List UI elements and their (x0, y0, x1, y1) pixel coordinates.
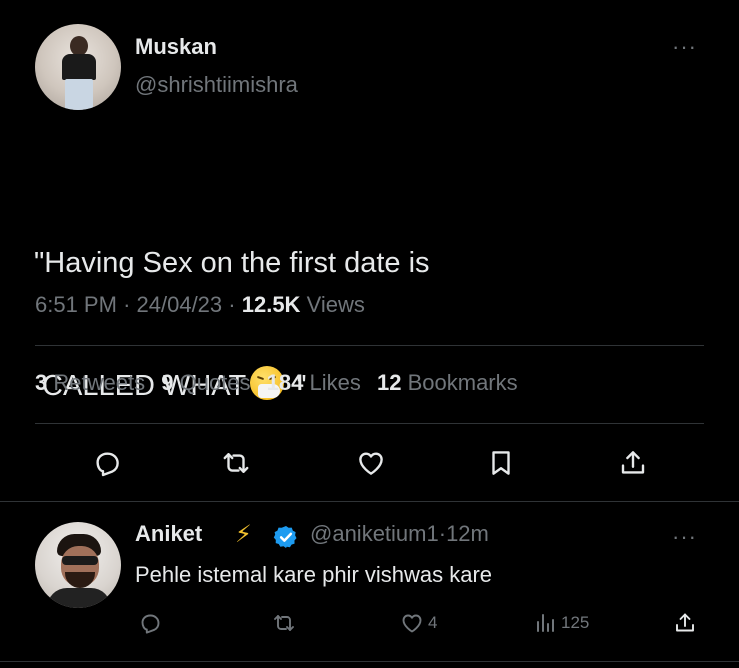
reply-avatar[interactable] (35, 522, 121, 608)
reply-more-options-icon[interactable]: ··· (672, 524, 697, 550)
like-icon (402, 614, 422, 633)
tweet-date[interactable]: 24/04/23 (137, 292, 223, 317)
lightning-bolt-icon: ⚡ (235, 521, 252, 548)
reply-icon (141, 614, 160, 634)
share-icon (676, 613, 694, 632)
reply-author-name[interactable]: Aniket (135, 521, 202, 547)
bookmark-icon (492, 451, 510, 475)
reply-author-handle[interactable]: @aniketium1 (310, 521, 439, 546)
bookmark-button[interactable] (486, 448, 516, 478)
like-icon (359, 452, 383, 475)
reply-icon (96, 452, 119, 477)
author-name[interactable]: Muskan (135, 34, 217, 60)
likes-stat[interactable]: 184 Likes (267, 370, 361, 395)
reply-author-meta: @aniketium1·12m (310, 521, 489, 546)
bottom-separator (0, 661, 739, 662)
engagement-stats: 3 Retweets 9 Quotes 184 Likes 12 Bookmar… (35, 370, 518, 396)
reply-views-button[interactable]: 125 (533, 611, 589, 637)
retweet-button[interactable] (221, 448, 251, 478)
views-icon (537, 614, 554, 632)
reply-reply-button[interactable] (138, 611, 162, 637)
tweet-separator (0, 501, 739, 502)
reply-text: Pehle istemal kare phir vishwas kare (135, 562, 493, 587)
like-button[interactable] (356, 448, 386, 478)
more-options-icon[interactable]: ··· (672, 34, 697, 60)
reply-likes-count: 4 (428, 613, 438, 632)
retweet-icon (223, 453, 249, 473)
tweet-text-line-1: "Having Sex on the first date is (34, 247, 430, 279)
retweets-stat[interactable]: 3 Retweets (35, 370, 145, 395)
reply-button[interactable] (92, 448, 122, 478)
divider (35, 345, 704, 346)
avatar-figure (70, 36, 88, 56)
meta-separator: · (123, 292, 131, 317)
views-count: 12.5K (241, 292, 301, 317)
meta-separator: · (228, 292, 236, 317)
avatar[interactable] (35, 24, 121, 110)
verified-badge-icon (273, 524, 299, 550)
views-label: Views (306, 292, 365, 317)
share-button[interactable] (618, 448, 648, 478)
bookmarks-stat[interactable]: 12 Bookmarks (377, 370, 518, 395)
reply-age[interactable]: 12m (446, 521, 489, 546)
reply-views-count: 125 (561, 613, 590, 632)
tweet-meta: 6:51 PM · 24/04/23 · 12.5K Views (35, 292, 365, 318)
reply-like-button[interactable]: 4 (400, 611, 437, 637)
tweet-time[interactable]: 6:51 PM (35, 292, 117, 317)
share-icon (621, 451, 645, 474)
retweet-icon (274, 615, 294, 631)
reply-share-button[interactable] (673, 611, 697, 637)
author-handle[interactable]: @shrishtiimishra (135, 72, 298, 98)
divider (35, 423, 704, 424)
quotes-stat[interactable]: 9 Quotes (161, 370, 250, 395)
reply-retweet-button[interactable] (272, 611, 296, 637)
